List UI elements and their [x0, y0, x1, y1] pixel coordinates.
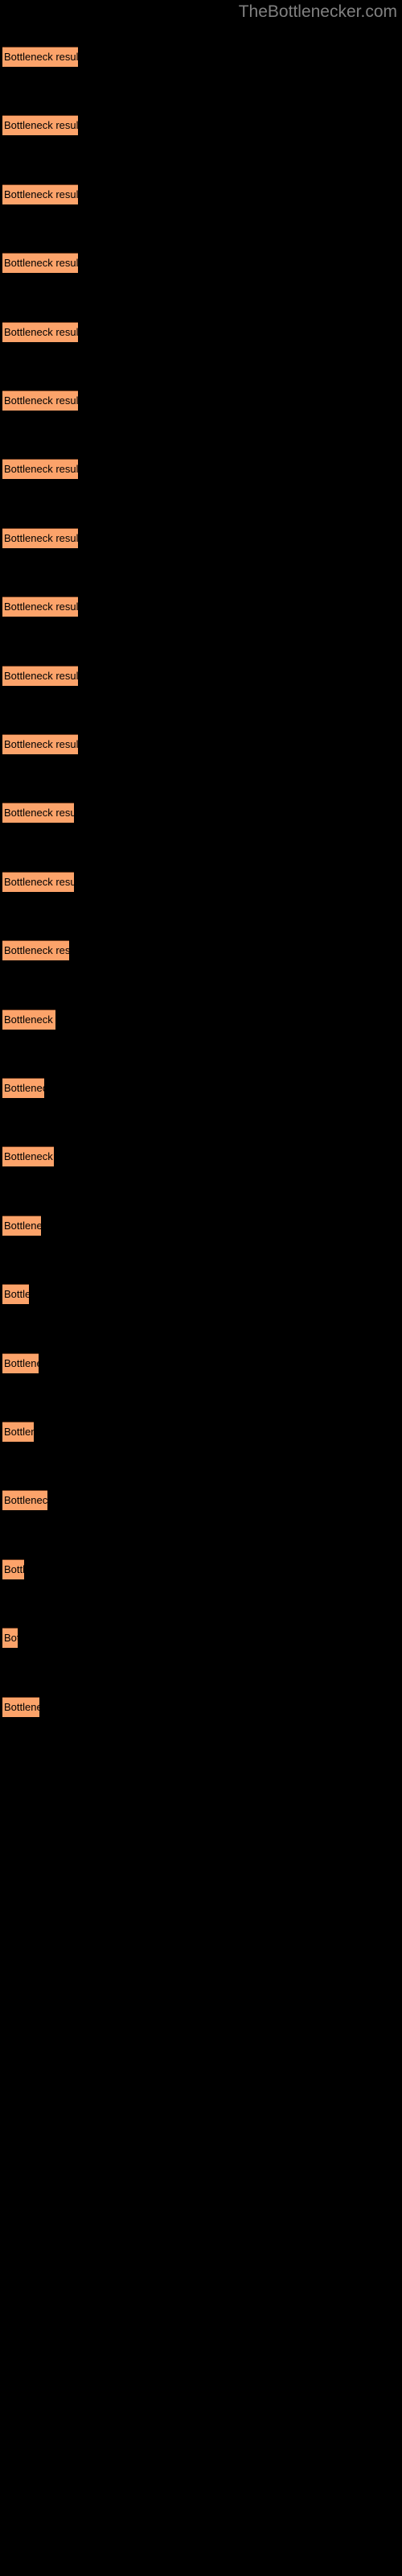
bar-clip: Bottleneck result: [2, 666, 78, 686]
bar-clip: Bottleneck result: [2, 872, 74, 892]
bar-clip: Bottleneck result: [2, 390, 78, 411]
bar-rect[interactable]: [2, 1078, 44, 1098]
bar-rect[interactable]: [2, 666, 78, 686]
bar-rect[interactable]: [2, 1559, 24, 1579]
bar-rect[interactable]: [2, 1284, 29, 1304]
bar-rect[interactable]: [2, 1009, 55, 1030]
bar-clip: Bottleneck result: [2, 734, 78, 754]
bar-rect[interactable]: [2, 528, 78, 548]
bar-rect[interactable]: [2, 115, 78, 135]
bar-series: Bottleneck result Bottleneck result Bottle…: [0, 0, 402, 2576]
bar-rect[interactable]: [2, 1146, 54, 1166]
bar-rect[interactable]: [2, 872, 74, 892]
bar-clip: Bottleneck result: [2, 1559, 24, 1579]
bar-clip: Bottleneck result: [2, 322, 78, 342]
bar-rect[interactable]: [2, 940, 69, 960]
bar-clip: Bottleneck result: [2, 184, 78, 204]
bar-rect[interactable]: [2, 1490, 47, 1510]
bar-clip: Bottleneck result: [2, 1284, 29, 1304]
bar-rect[interactable]: [2, 803, 74, 823]
bar-clip: Bottleneck result: [2, 940, 69, 960]
bar-rect[interactable]: [2, 734, 78, 754]
bar-rect[interactable]: [2, 597, 78, 617]
bar-clip: Bottleneck result: [2, 1216, 41, 1236]
bar-clip: Bottleneck result: [2, 1422, 34, 1442]
bar-clip: Bottleneck result: [2, 459, 78, 479]
bar-rect[interactable]: [2, 1353, 39, 1373]
bar-clip: Bottleneck result: [2, 1490, 47, 1510]
bar-clip: Bottleneck result: [2, 597, 78, 617]
bar-rect[interactable]: [2, 1697, 39, 1717]
bar-rect[interactable]: [2, 253, 78, 273]
bar-clip: Bottleneck result: [2, 47, 78, 67]
bar-clip: Bottleneck result: [2, 1628, 18, 1648]
bar-clip: Bottleneck result: [2, 1697, 39, 1717]
bar-clip: Bottleneck result: [2, 253, 78, 273]
bar-clip: Bottleneck result: [2, 1353, 39, 1373]
bar-rect[interactable]: [2, 459, 78, 479]
bar-rect[interactable]: [2, 322, 78, 342]
bar-rect[interactable]: [2, 1216, 41, 1236]
bar-rect[interactable]: [2, 47, 78, 67]
bar-clip: Bottleneck result: [2, 115, 78, 135]
bar-rect[interactable]: [2, 1422, 34, 1442]
bar-clip: Bottleneck result: [2, 1078, 44, 1098]
bar-rect[interactable]: [2, 390, 78, 411]
bar-rect[interactable]: [2, 1628, 18, 1648]
bar-clip: Bottleneck result: [2, 1009, 55, 1030]
bar-rect[interactable]: [2, 184, 78, 204]
bar-clip: Bottleneck result: [2, 528, 78, 548]
bottleneck-chart: TheBottlenecker.com Bottleneck result Bot…: [0, 0, 402, 2576]
bar-clip: Bottleneck result: [2, 1146, 54, 1166]
bar-clip: Bottleneck result: [2, 803, 74, 823]
